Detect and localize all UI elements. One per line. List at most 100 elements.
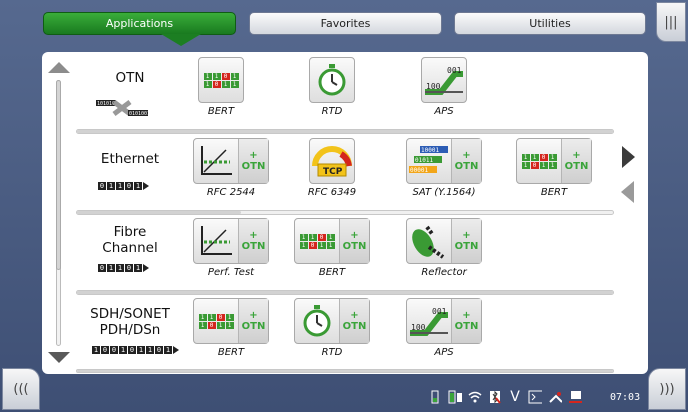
app-label: Perf. Test [207, 267, 255, 278]
otn-badge: + OTN [238, 139, 268, 183]
perf-chart-icon: + OTN [193, 218, 269, 264]
bit-cell: 1 [326, 233, 335, 241]
otn-badge: + OTN [238, 299, 268, 343]
category-label: Ethernet [100, 151, 160, 167]
app-label: RFC 6349 [307, 187, 357, 198]
next-page-icon[interactable] [622, 146, 635, 168]
app-label: RFC 2544 [206, 187, 256, 198]
bit-cell: 0 [530, 161, 539, 169]
bit-cell: 1 [203, 80, 212, 88]
ethernet-code-icon: 01101 [98, 182, 149, 190]
app-sdh-rtd[interactable]: + OTN RTD [287, 298, 377, 360]
svg-text:100: 100 [426, 82, 441, 91]
app-otn-bert[interactable]: 11011011 BERT [176, 57, 266, 119]
category-sdh-sonet: SDH/SONET PDH/DSn [76, 306, 184, 338]
category-label-line2: Channel [102, 240, 158, 256]
battery-icon [428, 390, 442, 404]
bit-cell: 1 [326, 241, 335, 249]
app-label: BERT [217, 347, 245, 358]
otn-badge: + OTN [339, 299, 369, 343]
category-label-line1: SDH/SONET [90, 306, 170, 322]
scroll-thumb[interactable] [56, 80, 61, 270]
app-otn-aps[interactable]: 001 100 APS [399, 57, 489, 119]
bit-cell: 1 [207, 313, 216, 321]
tab-applications[interactable]: Applications [43, 12, 236, 35]
app-label: BERT [540, 187, 568, 198]
bit-cell: 0 [216, 313, 225, 321]
category-fibre-channel: Fibre Channel [76, 224, 184, 256]
gps-icon [548, 390, 562, 404]
category-otn: OTN [76, 70, 184, 86]
active-tab-pointer [161, 34, 201, 46]
fibre-code-icon: 01101 [98, 264, 149, 272]
app-label: Reflector [421, 267, 467, 278]
bit-cell: 1 [198, 321, 207, 329]
otn-badge: + OTN [339, 219, 369, 263]
v-indicator: V [510, 389, 520, 405]
app-sdh-aps[interactable]: 001 100 + OTN APS [399, 298, 489, 360]
bit-cell: 0 [539, 153, 548, 161]
vertical-scrollbar[interactable] [42, 52, 72, 374]
bit-cell: 1 [230, 80, 239, 88]
back-button[interactable]: ((( [2, 368, 40, 410]
otn-logo-icon: 1010101 0101001 [96, 96, 150, 124]
row-divider [76, 369, 614, 373]
aps-switch-icon: 001 100 + OTN [406, 298, 482, 344]
bit-cell: 1 [225, 313, 234, 321]
svg-text:TCP: TCP [323, 167, 343, 177]
tab-utilities[interactable]: Utilities [454, 12, 646, 35]
app-ethernet-sat[interactable]: 10001 01011 00001 + OTN SAT (Y.1564) [399, 138, 489, 200]
category-label-line2: PDH/DSn [99, 322, 161, 338]
bit-cell: 1 [212, 72, 221, 80]
app-fibre-bert[interactable]: 1 1 0 1 1 0 1 1 + OTN BERT [287, 218, 377, 280]
bit-cell: 0 [317, 233, 326, 241]
sat-bits-icon: 10001 01011 00001 + OTN [406, 138, 482, 184]
app-ethernet-rfc6349[interactable]: TCP RFC 6349 [287, 138, 377, 200]
row-divider [76, 129, 614, 134]
app-otn-rtd[interactable]: RTD [287, 57, 377, 119]
app-label: RTD [321, 347, 343, 358]
bert-icon: 1 1 0 1 1 0 1 1 + OTN [294, 218, 370, 264]
clock: 07:03 [610, 392, 641, 403]
bit-cell: 1 [548, 153, 557, 161]
scroll-up-icon[interactable] [48, 62, 70, 73]
aps-switch-icon: 001 100 [421, 57, 467, 103]
status-bar [0, 378, 688, 412]
reflector-icon: + OTN [406, 218, 482, 264]
menu-button[interactable]: ||| [656, 2, 686, 42]
bit-cell: 0 [308, 241, 317, 249]
bert-icon: 11011011 [198, 57, 244, 103]
svg-text:0101001: 0101001 [129, 111, 148, 117]
tab-bar: Applications Favorites Utilities [40, 12, 648, 46]
stopwatch-icon: + OTN [294, 298, 370, 344]
app-label: BERT [318, 267, 346, 278]
applications-panel: OTN 1010101 0101001 11011011 BERT RTD 00… [42, 52, 648, 374]
scroll-down-icon[interactable] [48, 352, 70, 363]
category-label-line1: Fibre [113, 224, 147, 240]
bit-cell: 1 [198, 313, 207, 321]
bit-cell: 0 [221, 72, 230, 80]
app-ethernet-bert[interactable]: 1 1 0 1 1 0 1 1 + OTN BERT [509, 138, 599, 200]
bit-cell: 1 [299, 233, 308, 241]
svg-text:001: 001 [447, 66, 462, 75]
svg-text:10001: 10001 [421, 147, 439, 154]
app-fibre-reflector[interactable]: + OTN Reflector [399, 218, 489, 280]
app-label: SAT (Y.1564) [412, 187, 476, 198]
bit-cell: 1 [317, 241, 326, 249]
category-label: OTN [115, 70, 145, 86]
app-ethernet-rfc2544[interactable]: + OTN RFC 2544 [186, 138, 276, 200]
tab-favorites[interactable]: Favorites [249, 12, 442, 35]
bit-cell: 0 [207, 321, 216, 329]
svg-text:00001: 00001 [410, 167, 428, 174]
app-sdh-bert[interactable]: 1 1 0 1 1 0 1 1 + OTN BERT [186, 298, 276, 360]
bit-cell: 1 [216, 321, 225, 329]
bit-cell: 0 [212, 80, 221, 88]
bit-cell: 1 [230, 72, 239, 80]
prev-page-icon[interactable] [621, 181, 634, 203]
otn-badge: + OTN [561, 139, 591, 183]
sdh-code-icon: 100101101 [92, 346, 179, 354]
app-fibre-perf-test[interactable]: + OTN Perf. Test [186, 218, 276, 280]
chevrons-right-icon: ))) [659, 381, 675, 397]
otn-badge: + OTN [451, 219, 481, 263]
forward-button[interactable]: ))) [648, 368, 686, 410]
